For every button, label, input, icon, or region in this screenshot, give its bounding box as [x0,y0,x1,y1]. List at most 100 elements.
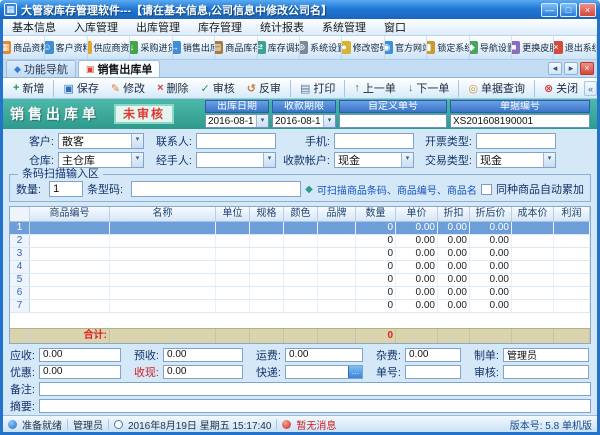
cell-brand[interactable] [318,261,356,273]
payment-due-input[interactable] [273,115,323,127]
column-header-cost-price[interactable]: 成本价 [512,207,554,221]
menu-item[interactable]: 窗口 [375,19,415,35]
chevron-down-icon[interactable]: ▾ [256,115,268,127]
unaudit-button[interactable]: ↺ 反审 [241,80,291,97]
cell-unit[interactable] [216,287,250,299]
freight-input[interactable] [286,349,362,361]
auditor-field[interactable] [503,365,589,379]
column-header-name[interactable]: 名称 [110,207,216,221]
mobile-field[interactable] [334,133,414,149]
scan-quantity-field[interactable] [49,181,83,197]
cell-discount[interactable]: 0.00 [438,274,470,286]
summary-input[interactable] [40,400,590,412]
column-header-discounted-price[interactable]: 折后价 [470,207,512,221]
save-button[interactable]: ▣ 保存 [57,80,104,97]
cell-name[interactable] [110,287,216,299]
cell-unit[interactable] [216,300,250,312]
cell-discount[interactable]: 0.00 [438,287,470,299]
menu-item[interactable]: 基本信息 [3,19,65,35]
cell-discounted-price[interactable]: 0.00 [470,287,512,299]
grid-row[interactable]: 7 0 0.00 0.00 0.00 [10,300,590,313]
misc-fee-input[interactable] [406,349,460,361]
cell-spec[interactable] [250,300,284,312]
cell-discounted-price[interactable]: 0.00 [470,300,512,312]
column-header-quantity[interactable]: 数量 [356,207,396,221]
tab-function-nav[interactable]: ◆ 功能导航 [6,60,76,77]
cell-product-code[interactable] [30,235,110,247]
cell-color[interactable] [284,274,318,286]
column-header-unit-price[interactable]: 单价 [396,207,438,221]
chevron-down-icon[interactable]: ▾ [401,153,413,167]
advance-field[interactable] [163,348,243,362]
menu-item[interactable]: 系统管理 [313,19,375,35]
cell-spec[interactable] [250,274,284,286]
payment-account-select[interactable]: ▾ [334,152,414,168]
toolbar-button[interactable]: ◉ 官方网站 [385,36,427,59]
toolbar-button[interactable]: ▤ 商品库存 [215,36,257,59]
cell-name[interactable] [110,300,216,312]
cell-discount[interactable]: 0.00 [438,261,470,273]
cell-name[interactable] [110,274,216,286]
barcode-input[interactable] [132,182,300,196]
cell-brand[interactable] [318,300,356,312]
cell-profit[interactable] [554,274,590,286]
cash-received-field[interactable] [163,365,243,379]
cell-profit[interactable] [554,287,590,299]
cell-cost-price[interactable] [512,300,554,312]
cell-quantity[interactable]: 0 [356,300,396,312]
column-header-discount[interactable]: 折扣 [438,207,470,221]
discount-field[interactable] [39,365,121,379]
transaction-type-select[interactable]: ▾ [476,152,556,168]
receivable-field[interactable] [39,348,121,362]
column-header-product-code[interactable]: 商品编号 [30,207,110,221]
column-header-spec[interactable]: 规格 [250,207,284,221]
cell-quantity[interactable]: 0 [356,287,396,299]
toolbar-button[interactable]: ◆ 导航设置 [470,36,512,59]
handler-input[interactable] [197,153,263,167]
toolbar-button[interactable]: × 退出系统 [554,36,596,59]
cell-spec[interactable] [250,287,284,299]
menu-item[interactable]: 入库管理 [65,19,127,35]
cell-cost-price[interactable] [512,261,554,273]
cell-cost-price[interactable] [512,248,554,260]
creator-field[interactable] [503,348,589,362]
cell-discounted-price[interactable]: 0.00 [470,261,512,273]
grid-row[interactable]: 4 0 0.00 0.00 0.00 [10,261,590,274]
cell-brand[interactable] [318,222,356,234]
contact-field[interactable] [196,133,276,149]
cell-color[interactable] [284,248,318,260]
cell-cost-price[interactable] [512,235,554,247]
cell-product-code[interactable] [30,261,110,273]
grid-row[interactable]: 3 0 0.00 0.00 0.00 [10,248,590,261]
cell-profit[interactable] [554,235,590,247]
invoice-type-input[interactable] [477,134,555,148]
advance-input[interactable] [164,349,242,361]
tracking-number-field[interactable] [405,365,461,379]
close-form-button[interactable]: ⊗ 关闭 [538,80,584,97]
warehouse-select[interactable]: ▾ [58,152,144,168]
accumulate-checkbox[interactable] [481,184,492,195]
chevron-down-icon[interactable]: ▾ [543,153,555,167]
toolbar-button[interactable]: ▮ 锁定系统 [427,36,469,59]
receivable-input[interactable] [40,349,120,361]
next-order-button[interactable]: ↓ 下一单 [402,80,460,97]
custom-number-input[interactable] [340,115,446,127]
toolbar-button[interactable]: ■ 更换皮肤 [512,36,554,59]
close-button[interactable]: × [579,3,596,17]
cell-unit[interactable] [216,248,250,260]
misc-fee-field[interactable] [405,348,461,362]
cell-spec[interactable] [250,235,284,247]
customer-input[interactable] [59,134,131,148]
toolbar-button[interactable]: ↓ 采购进货 [130,36,172,59]
chevron-down-icon[interactable]: ▾ [131,153,143,167]
tab-scroll-left-button[interactable]: ◂ [548,62,562,75]
contact-input[interactable] [197,134,275,148]
toolbar-button[interactable]: ☻ 供应商资料 [88,36,130,59]
cell-brand[interactable] [318,287,356,299]
cell-color[interactable] [284,287,318,299]
chevron-down-icon[interactable]: ▾ [263,153,275,167]
toolbar-button[interactable]: ▦ 商品资料 [3,36,45,59]
cell-quantity[interactable]: 0 [356,248,396,260]
transaction-type-input[interactable] [477,153,543,167]
cell-color[interactable] [284,261,318,273]
